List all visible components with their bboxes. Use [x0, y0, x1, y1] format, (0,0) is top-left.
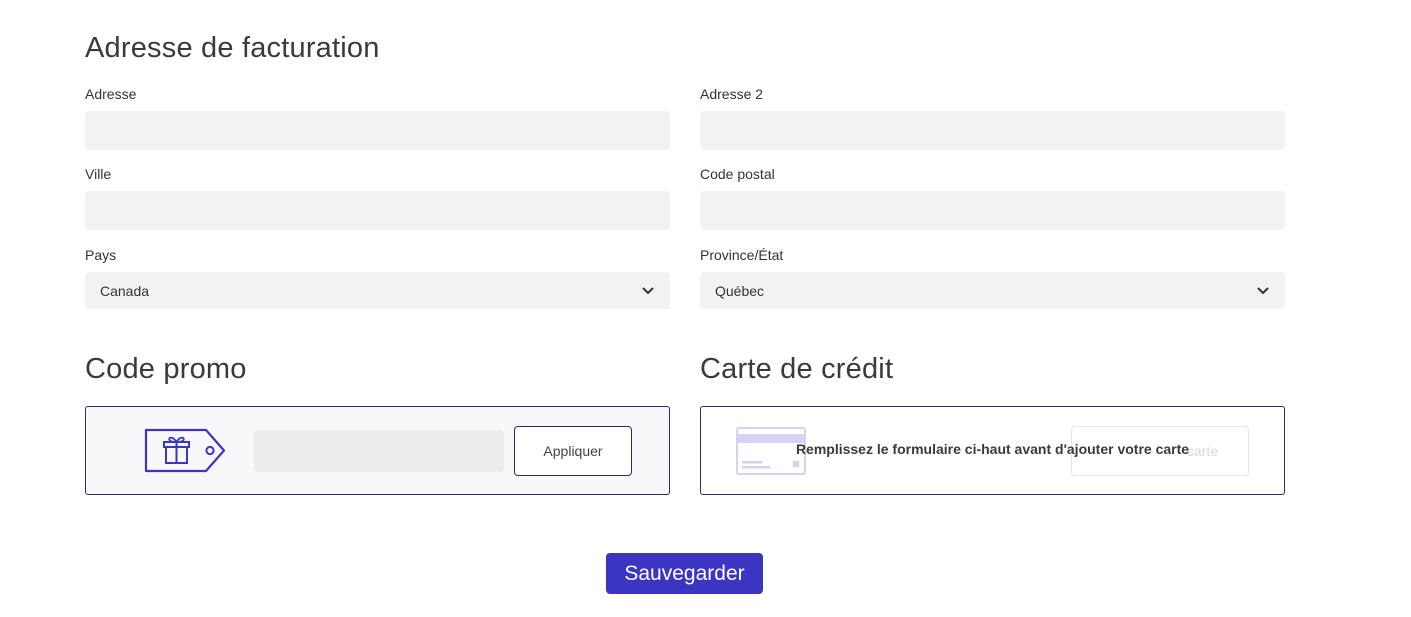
province-selected-value: Québec	[715, 282, 765, 299]
country-label: Pays	[85, 247, 117, 263]
country-selected-value: Canada	[100, 282, 150, 299]
address2-field-group: Adresse 2	[700, 86, 1285, 150]
credit-card-title: Carte de crédit	[700, 353, 894, 385]
gift-tag-icon	[144, 428, 226, 473]
province-field-group: Province/État Québec	[700, 247, 1285, 309]
city-label: Ville	[85, 166, 112, 182]
country-field-group: Pays Canada	[85, 247, 670, 309]
postal-input[interactable]	[700, 191, 1285, 230]
promo-title: Code promo	[85, 353, 247, 385]
city-field-group: Ville	[85, 166, 670, 230]
promo-panel: Appliquer	[85, 406, 670, 495]
billing-title: Adresse de facturation	[85, 32, 380, 64]
address2-input[interactable]	[700, 111, 1285, 150]
credit-card-disabled-message: Remplissez le formulaire ci-haut avant d…	[795, 441, 1190, 457]
save-button[interactable]: Sauvegarder	[606, 553, 763, 594]
city-input[interactable]	[85, 191, 670, 230]
billing-page: Adresse de facturation Adresse Adresse 2…	[0, 0, 1411, 617]
address-input[interactable]	[85, 111, 670, 150]
province-label: Province/État	[700, 247, 784, 263]
postal-field-group: Code postal	[700, 166, 1285, 230]
promo-code-input[interactable]	[254, 430, 504, 472]
country-select[interactable]: Canada	[85, 272, 670, 309]
chevron-down-icon	[1256, 284, 1270, 298]
address2-label: Adresse 2	[700, 86, 764, 102]
apply-promo-button[interactable]: Appliquer	[514, 426, 632, 476]
address-field-group: Adresse	[85, 86, 670, 150]
address-label: Adresse	[85, 86, 137, 102]
credit-card-panel: carte Remplissez le formulaire ci-haut a…	[700, 406, 1285, 495]
postal-label: Code postal	[700, 166, 775, 182]
province-select[interactable]: Québec	[700, 272, 1285, 309]
chevron-down-icon	[641, 284, 655, 298]
